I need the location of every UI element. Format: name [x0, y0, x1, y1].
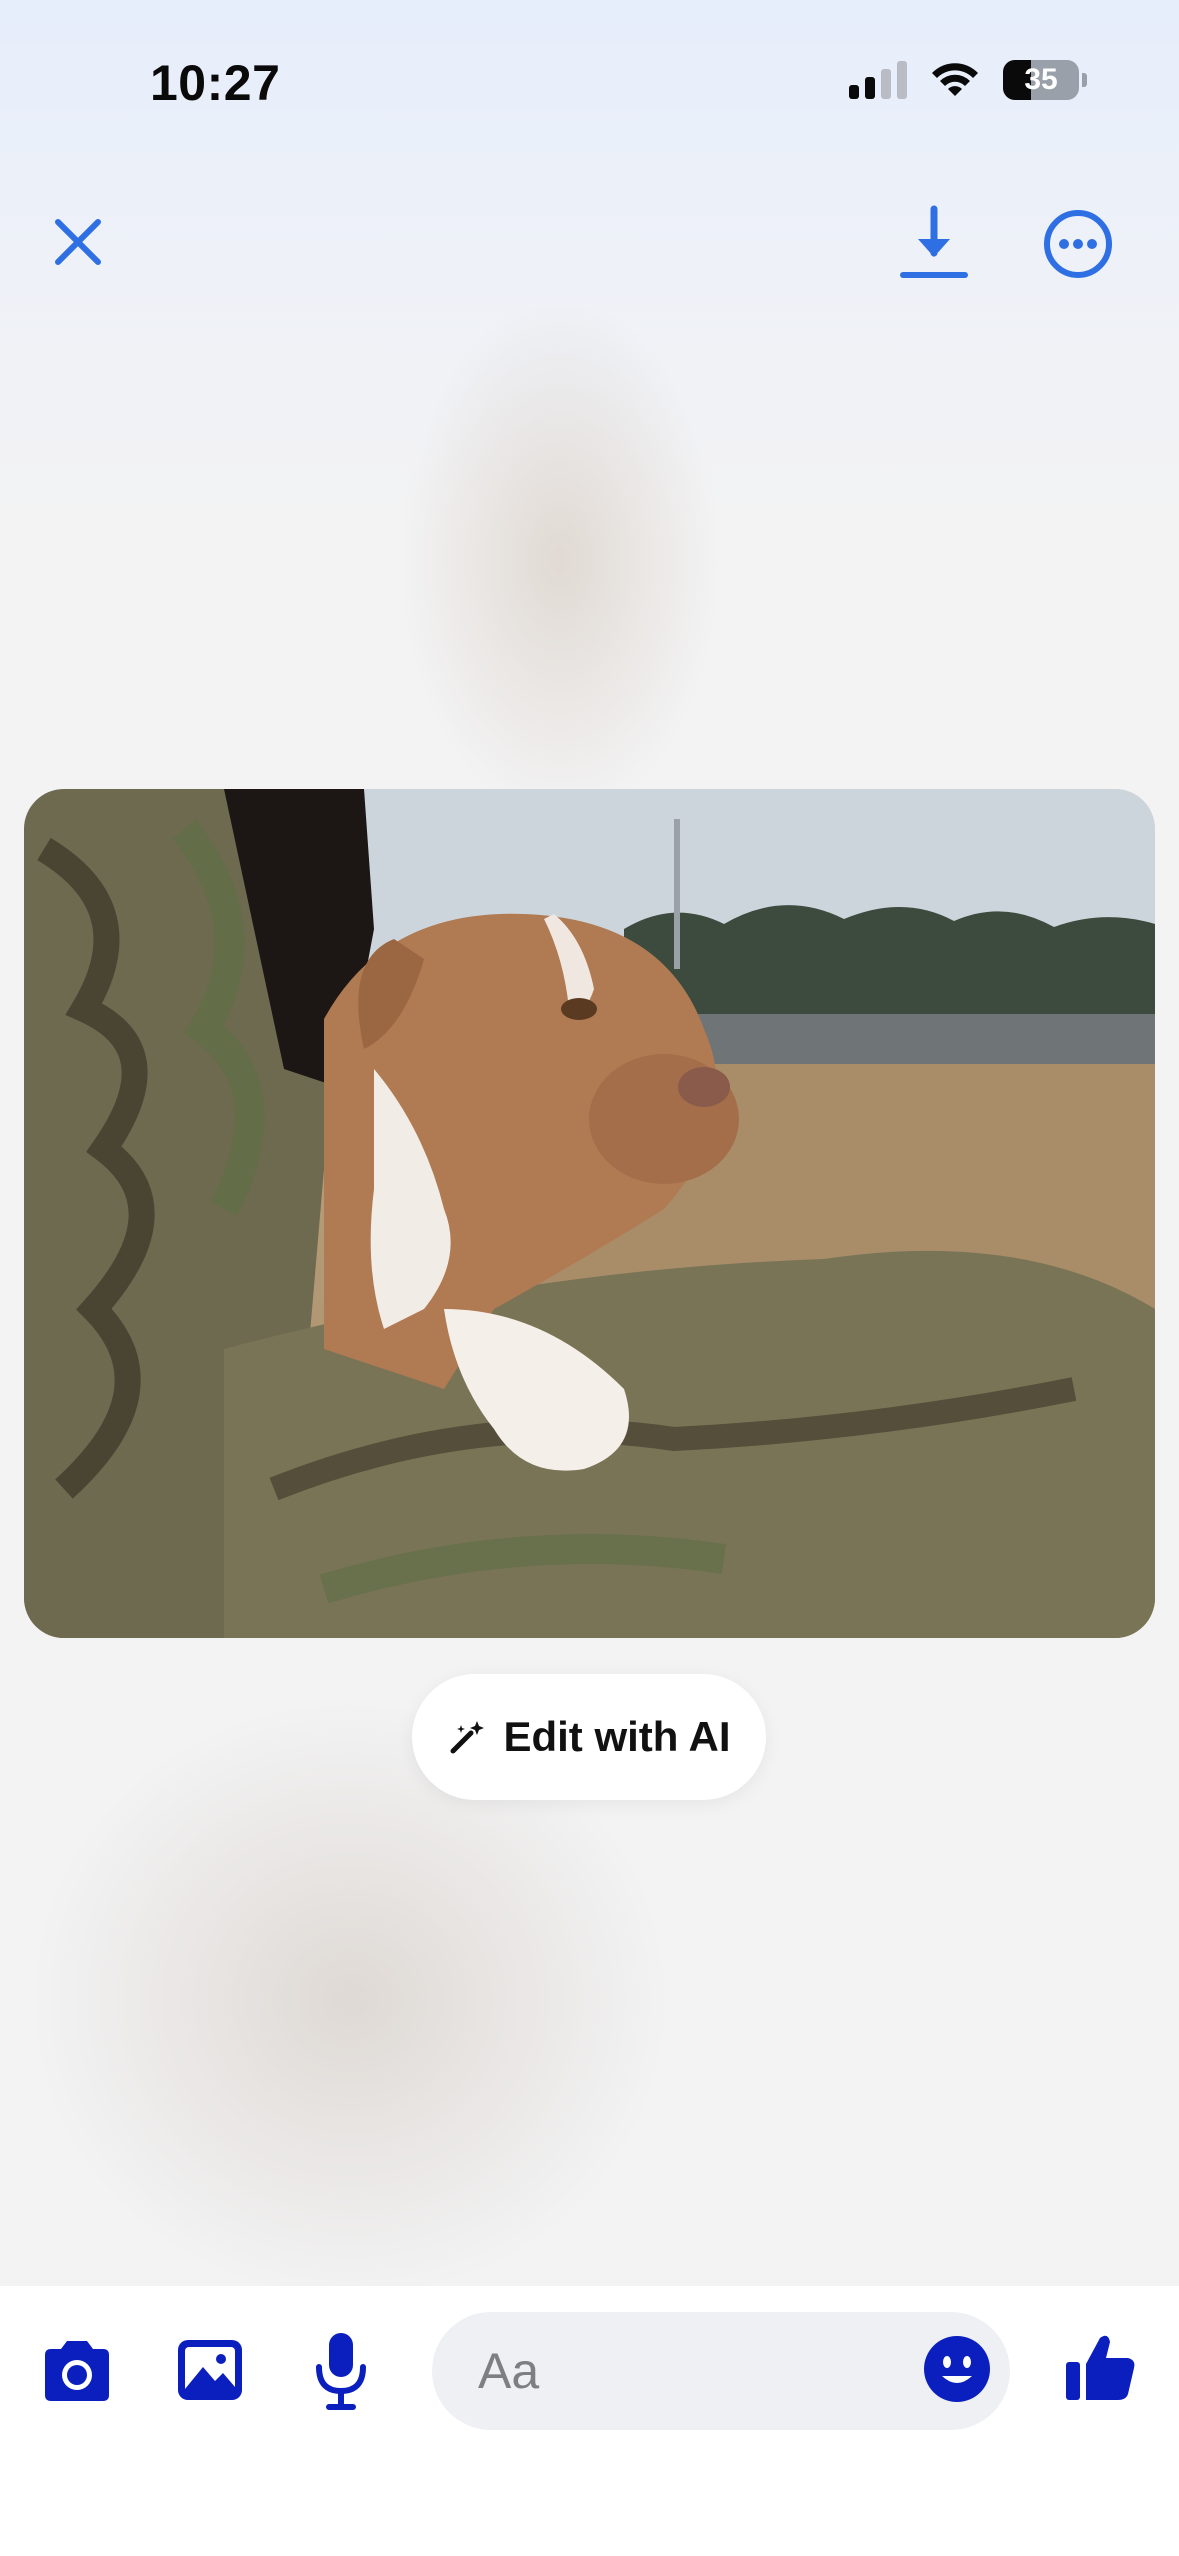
wifi-icon [932, 63, 978, 96]
status-time: 10:27 [150, 55, 281, 111]
camera-icon [45, 2341, 109, 2401]
like-button[interactable] [1064, 2330, 1138, 2404]
edit-with-ai-label: Edit with AI [503, 1713, 731, 1760]
close-button[interactable] [42, 206, 114, 278]
gallery-icon [178, 2340, 242, 2400]
battery-icon: 35 [1003, 60, 1087, 100]
microphone-icon [316, 2333, 366, 2410]
edit-with-ai-button[interactable]: Edit with AI [412, 1674, 766, 1800]
message-input[interactable] [478, 2312, 878, 2430]
download-button[interactable] [896, 200, 972, 286]
like-icon [1066, 2335, 1135, 2400]
status-icons: 35 [849, 60, 1087, 100]
cellular-signal-icon [849, 61, 907, 99]
microphone-button[interactable] [310, 2330, 372, 2412]
close-icon [55, 219, 101, 265]
magic-wand-icon [450, 1721, 485, 1754]
emoji-icon [924, 2336, 990, 2402]
photo-dog[interactable] [24, 789, 1155, 1638]
photo-illustration [24, 789, 1155, 1638]
more-options-button[interactable] [1040, 206, 1116, 282]
battery-percent: 35 [1024, 63, 1058, 96]
camera-button[interactable] [38, 2336, 116, 2406]
emoji-button[interactable] [922, 2334, 992, 2404]
more-options-icon [1044, 210, 1112, 278]
gallery-button[interactable] [174, 2334, 246, 2406]
download-icon [900, 205, 968, 278]
